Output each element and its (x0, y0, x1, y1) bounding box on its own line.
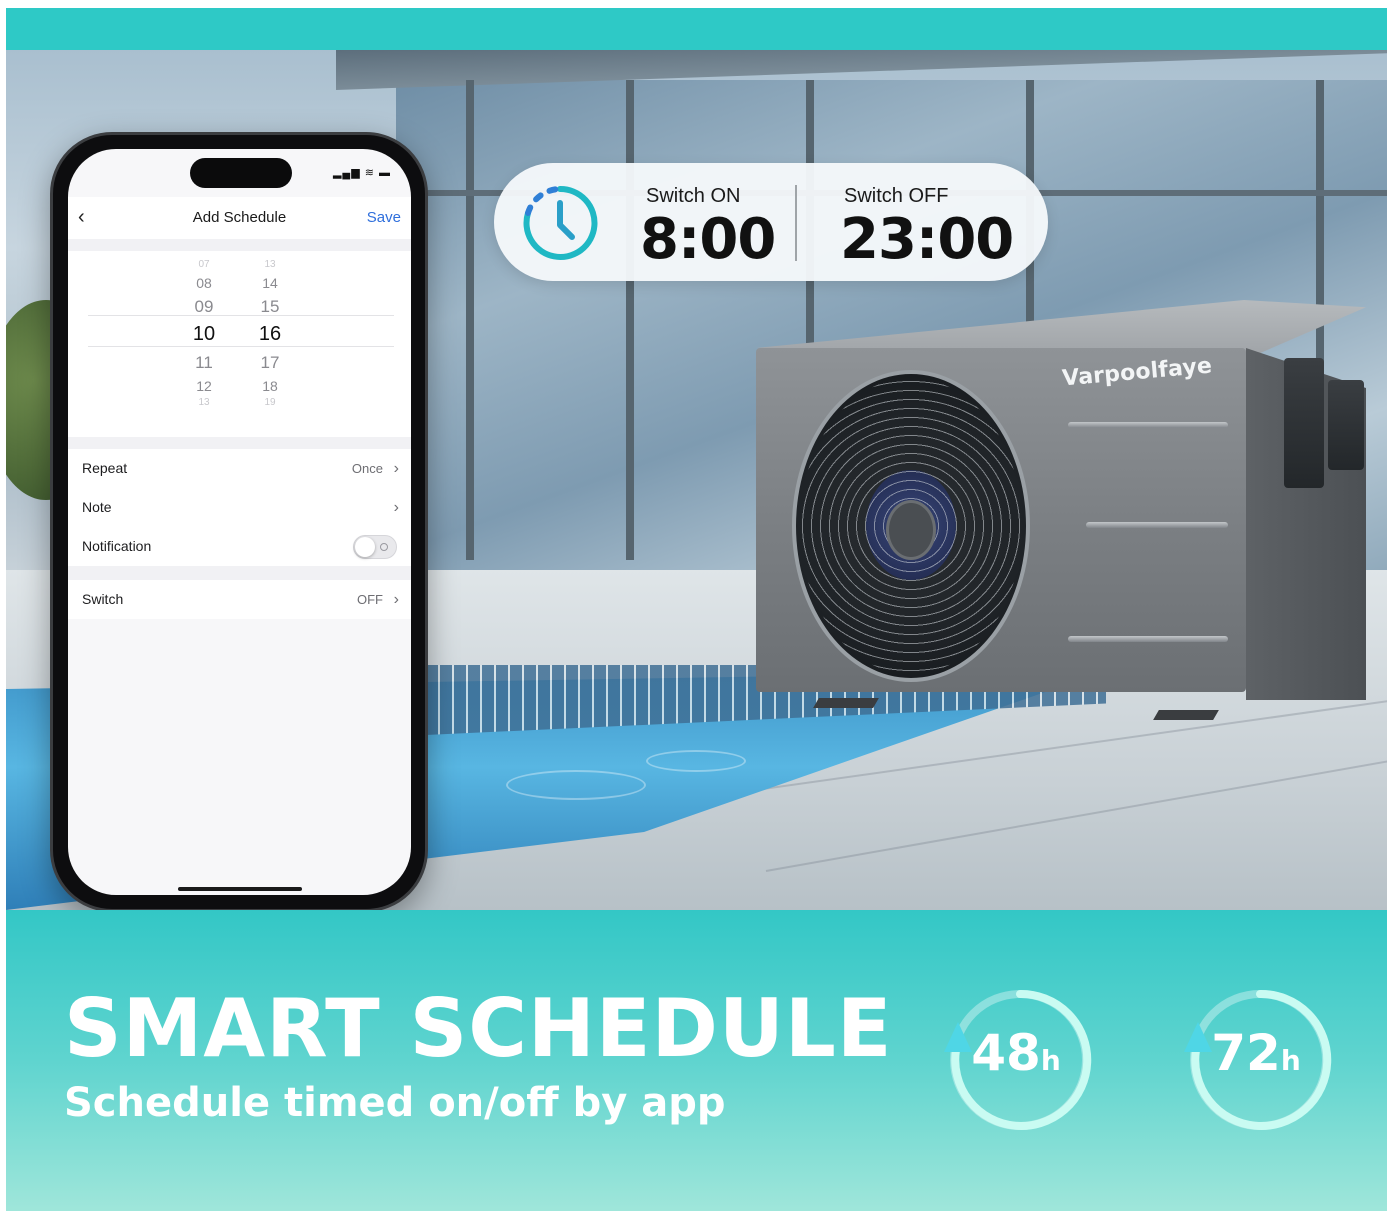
status-bar-icons: ▂▄▆ ≋ ▬ (333, 166, 391, 179)
minute-option: 14 (262, 275, 278, 291)
minute-option: 13 (264, 259, 276, 270)
notification-toggle[interactable] (353, 535, 397, 559)
subheadline: Schedule timed on/off by app (64, 1080, 726, 1126)
section-gap (68, 239, 411, 251)
control-box (1284, 358, 1324, 488)
repeat-label: Repeat (82, 460, 128, 476)
page-title: Add Schedule (192, 209, 287, 226)
badge-unit: h (1280, 1044, 1301, 1077)
section-gap (68, 566, 411, 580)
badge-number: 72 (1211, 1024, 1281, 1082)
pump-foot (1153, 710, 1219, 720)
navigation-bar: ‹ Add Schedule Save (68, 197, 411, 239)
card-divider (795, 185, 797, 261)
top-accent-band (6, 8, 1387, 50)
duration-badge: 48h (936, 980, 1096, 1140)
hour-option: 07 (198, 259, 210, 270)
vent-louver (1068, 636, 1228, 642)
water-ripple (506, 770, 646, 800)
bottom-banner: SMART SCHEDULE Schedule timed on/off by … (6, 910, 1387, 1211)
switch-off-time: 23:00 (840, 207, 1014, 272)
clock-icon (523, 185, 598, 260)
badge-number: 48 (971, 1024, 1041, 1082)
product-banner: Varpoolfaye ▂▄▆ ≋ ▬ ‹ Add Schedule Save (6, 8, 1387, 1211)
home-indicator (178, 887, 302, 891)
minute-option: 17 (260, 353, 280, 372)
notification-row: Notification (68, 527, 411, 566)
hour-wheel[interactable]: 07 08 09 10 11 12 13 (174, 251, 234, 437)
section-gap (68, 437, 411, 449)
wifi-icon: ≋ (364, 167, 375, 179)
hour-option: 08 (196, 275, 212, 291)
switch-on-time: 8:00 (640, 207, 776, 272)
window-mullion (626, 80, 634, 560)
note-label: Note (82, 499, 112, 515)
minute-option: 18 (262, 378, 278, 394)
chevron-right-icon: › (393, 591, 399, 608)
hour-option-selected: 10 (192, 323, 216, 345)
hour-option: 13 (198, 397, 210, 408)
switch-off-label: Switch OFF (844, 185, 949, 207)
minute-option-selected: 16 (258, 323, 282, 345)
battery-icon: ▬ (379, 167, 391, 179)
note-row[interactable]: Note › (68, 488, 411, 527)
hour-option: 09 (194, 297, 214, 316)
time-picker[interactable]: 07 08 09 10 11 12 13 13 14 15 16 17 18 1… (68, 251, 411, 437)
window-mullion (466, 80, 474, 560)
smartphone: ▂▄▆ ≋ ▬ ‹ Add Schedule Save 07 08 09 10 … (50, 132, 428, 910)
duration-badge: 72h (1176, 980, 1336, 1140)
water-ripple (646, 750, 746, 772)
vent-louver (1086, 522, 1228, 528)
pump-foot (813, 698, 879, 708)
pool-scene-photo: Varpoolfaye ▂▄▆ ≋ ▬ ‹ Add Schedule Save (6, 50, 1387, 910)
vent-louver (1068, 422, 1228, 428)
heat-pump-unit: Varpoolfaye (756, 300, 1366, 720)
toggle-off-indicator-icon (380, 543, 388, 551)
signal-icon: ▂▄▆ (332, 167, 361, 179)
notification-label: Notification (82, 538, 152, 554)
fan-hub (886, 500, 936, 560)
switch-value: OFF (357, 592, 383, 607)
switch-label: Switch (82, 591, 124, 607)
toggle-knob (355, 537, 375, 557)
minute-option: 15 (260, 297, 280, 316)
repeat-value: Once (351, 461, 383, 476)
chevron-right-icon: › (393, 499, 399, 516)
electrical-box (1328, 380, 1364, 470)
switch-row[interactable]: Switch OFF › (68, 580, 411, 619)
minute-wheel[interactable]: 13 14 15 16 17 18 19 (240, 251, 300, 437)
badge-value: 48h (936, 1024, 1096, 1082)
repeat-row[interactable]: Repeat Once › (68, 449, 411, 488)
hour-option: 11 (195, 353, 213, 372)
headline: SMART SCHEDULE (64, 982, 893, 1075)
switch-on-label: Switch ON (646, 185, 741, 207)
save-button[interactable]: Save (367, 197, 401, 239)
hour-option: 12 (196, 378, 212, 394)
badge-value: 72h (1176, 1024, 1336, 1082)
chevron-right-icon: › (393, 460, 399, 477)
schedule-card: Switch ON 8:00 Switch OFF 23:00 (494, 163, 1048, 281)
minute-option: 19 (264, 397, 276, 408)
phone-screen: ▂▄▆ ≋ ▬ ‹ Add Schedule Save 07 08 09 10 … (68, 149, 411, 895)
dynamic-island (190, 158, 292, 188)
badge-unit: h (1040, 1044, 1061, 1077)
